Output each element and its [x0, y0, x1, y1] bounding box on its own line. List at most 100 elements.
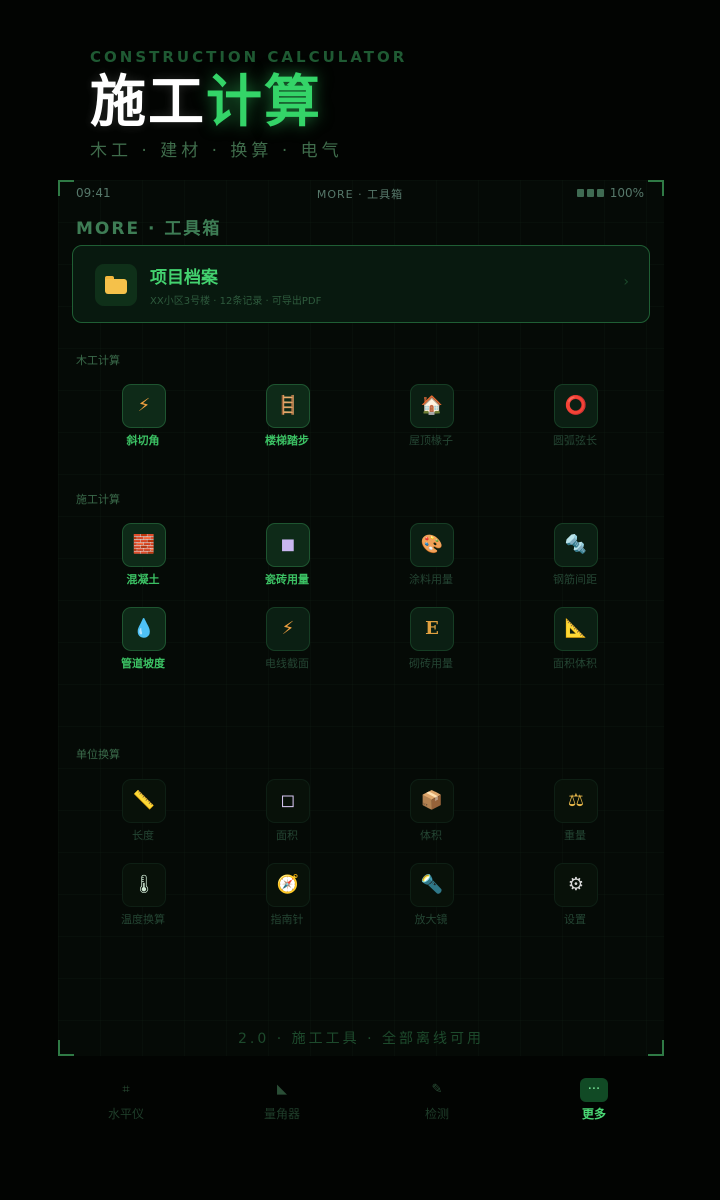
tool-label: 面积体积	[553, 657, 597, 670]
circle-icon: ⭕	[554, 384, 598, 428]
tool-pipe-slope[interactable]: 💧 管道坡度	[71, 607, 215, 691]
tool-label: 砌砖用量	[409, 657, 453, 670]
project-card-title: 项目档案	[150, 268, 218, 288]
scale-icon: ⚖	[554, 779, 598, 823]
lightning-icon: ⚡	[122, 384, 166, 428]
tool-label: 涂料用量	[409, 573, 453, 586]
tool-temperature[interactable]: 🌡 温度换算	[71, 863, 215, 947]
hero-title-green: 计算	[206, 70, 322, 135]
protractor-icon: ◣	[277, 1082, 287, 1097]
battery-level: 100%	[609, 186, 644, 200]
inspect-icon: ✎	[431, 1082, 443, 1097]
signal-icon	[576, 189, 604, 197]
tool-label: 指南针	[270, 913, 304, 926]
tool-label: 电线截面	[265, 657, 309, 670]
tool-label: 楼梯踏步	[265, 434, 309, 447]
tool-area[interactable]: ◻ 面积	[215, 779, 359, 863]
tool-magnifier[interactable]: 🔦 放大镜	[359, 863, 503, 947]
tool-brick-usage[interactable]: E 砌砖用量	[359, 607, 503, 691]
chevron-right-icon: ›	[623, 274, 629, 290]
section-title-woodwork: 木工计算	[76, 354, 120, 367]
tool-arc-chord[interactable]: ⭕ 圆弧弦长	[503, 384, 647, 468]
tab-label: 水平仪	[107, 1107, 144, 1121]
tile-square-icon: ◼	[266, 523, 310, 567]
tool-label: 重量	[564, 829, 586, 842]
palette-icon: 🎨	[410, 523, 454, 567]
tool-volume[interactable]: 📦 体积	[359, 779, 503, 863]
tool-label: 管道坡度	[121, 657, 165, 670]
tool-label: 混凝土	[126, 573, 160, 586]
brick-e-icon: E	[410, 607, 454, 651]
tool-label: 屋顶椽子	[409, 434, 453, 447]
hero-header: CONSTRUCTION CALCULATOR 施工计算 木工 · 建材 · 换…	[90, 48, 407, 161]
tab-inspect[interactable]: ✎ 检测	[365, 1070, 509, 1122]
thermometer-icon: 🌡	[122, 863, 166, 907]
construction-grid: 🧱 混凝土 ◼ 瓷砖用量 🎨 涂料用量 🔩 钢筋间距 💧 管道坡度 ⚡ 电线截面…	[71, 523, 647, 691]
tool-label: 设置	[564, 913, 586, 926]
tool-wire-section[interactable]: ⚡ 电线截面	[215, 607, 359, 691]
triangle-ruler-icon: 📐	[554, 607, 598, 651]
tool-bevel-angle[interactable]: ⚡ 斜切角	[71, 384, 215, 468]
hero-title-white: 施工	[90, 70, 206, 135]
footer-caption: 2.0 · 施工工具 · 全部离线可用	[238, 1031, 484, 1047]
tool-label: 瓷砖用量	[265, 573, 309, 586]
tool-label: 体积	[420, 829, 442, 842]
frame-corner	[648, 180, 664, 196]
tool-label: 温度换算	[121, 913, 165, 926]
section-title-construction: 施工计算	[76, 493, 120, 506]
bottom-tab-bar: ⌗ 水平仪 ◣ 量角器 ✎ 检测 ··· 更多	[0, 1070, 720, 1140]
box-icon: 📦	[410, 779, 454, 823]
tool-label: 长度	[132, 829, 154, 842]
rebar-icon: 🔩	[554, 523, 598, 567]
area-square-icon: ◻	[266, 779, 310, 823]
tool-rebar-spacing[interactable]: 🔩 钢筋间距	[503, 523, 647, 607]
ruler-icon: 📏	[122, 779, 166, 823]
folder-icon	[95, 264, 137, 306]
tab-more[interactable]: ··· 更多	[522, 1070, 666, 1122]
tab-label: 检测	[424, 1107, 449, 1121]
flashlight-icon: 🔦	[410, 863, 454, 907]
units-grid: 📏 长度 ◻ 面积 📦 体积 ⚖ 重量 🌡 温度换算 🧭 指南针 🔦 放大镜 ⚙	[71, 779, 647, 947]
tool-paint-usage[interactable]: 🎨 涂料用量	[359, 523, 503, 607]
project-card[interactable]: 项目档案 XX小区3号楼 · 12条记录 · 可导出PDF ›	[72, 245, 650, 323]
level-icon: ⌗	[122, 1082, 130, 1097]
tab-label: 更多	[581, 1107, 606, 1121]
hero-subtitle: CONSTRUCTION CALCULATOR	[90, 48, 408, 66]
gear-icon: ⚙	[554, 863, 598, 907]
tool-label: 斜切角	[126, 434, 160, 447]
tool-length[interactable]: 📏 长度	[71, 779, 215, 863]
tool-stair-steps[interactable]: 🪜 楼梯踏步	[215, 384, 359, 468]
tool-settings[interactable]: ⚙ 设置	[503, 863, 647, 947]
tool-area-volume[interactable]: 📐 面积体积	[503, 607, 647, 691]
tool-label: 圆弧弦长	[553, 434, 597, 447]
tab-level[interactable]: ⌗ 水平仪	[54, 1070, 198, 1122]
hero-title: 施工计算	[90, 72, 407, 134]
hero-tagline: 木工 · 建材 · 换算 · 电气	[90, 141, 343, 161]
tool-weight[interactable]: ⚖ 重量	[503, 779, 647, 863]
ladder-icon: 🪜	[266, 384, 310, 428]
tool-tile-usage[interactable]: ◼ 瓷砖用量	[215, 523, 359, 607]
tab-label: 量角器	[263, 1107, 300, 1121]
droplet-icon: 💧	[122, 607, 166, 651]
tool-concrete[interactable]: 🧱 混凝土	[71, 523, 215, 607]
house-icon: 🏠	[410, 384, 454, 428]
project-card-subtitle: XX小区3号楼 · 12条记录 · 可导出PDF	[150, 296, 322, 307]
compass-icon: 🧭	[266, 863, 310, 907]
frame-corner	[58, 180, 74, 196]
status-center-label: MORE · 工具箱	[316, 188, 404, 201]
lightning-icon: ⚡	[266, 607, 310, 651]
page-title: MORE · 工具箱	[76, 219, 222, 239]
tool-label: 放大镜	[414, 913, 448, 926]
device-screen: 09:41 MORE · 工具箱 100% MORE · 工具箱 项目档案 XX…	[58, 180, 664, 1056]
tab-protractor[interactable]: ◣ 量角器	[210, 1070, 354, 1122]
tool-compass[interactable]: 🧭 指南针	[215, 863, 359, 947]
woodwork-grid: ⚡ 斜切角 🪜 楼梯踏步 🏠 屋顶椽子 ⭕ 圆弧弦长	[71, 384, 647, 468]
status-right: 100%	[576, 186, 644, 200]
brick-icon: 🧱	[122, 523, 166, 567]
tool-label: 面积	[276, 829, 298, 842]
tool-label: 钢筋间距	[553, 573, 597, 586]
tool-roof-rafter[interactable]: 🏠 屋顶椽子	[359, 384, 503, 468]
section-title-units: 单位换算	[76, 748, 120, 761]
more-icon: ···	[580, 1078, 608, 1102]
status-bar: 09:41 MORE · 工具箱 100%	[76, 186, 644, 204]
